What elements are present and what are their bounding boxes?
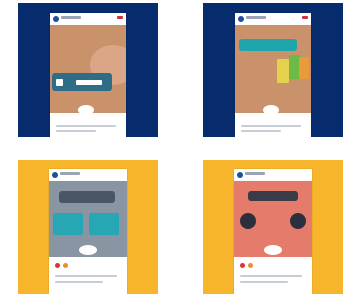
post-footer: [49, 257, 127, 294]
caption-line: [56, 125, 116, 127]
post-header: [50, 13, 126, 25]
username-placeholder: [246, 16, 266, 19]
text-block: [76, 80, 102, 85]
promo-banner: [239, 39, 297, 51]
white-bubble: [79, 245, 97, 255]
username-placeholder: [61, 16, 81, 19]
yellow-card: [277, 59, 289, 83]
caption-line: [240, 281, 288, 283]
heart-icon: [240, 263, 245, 268]
white-bubble: [264, 245, 282, 255]
post-footer: [235, 119, 311, 137]
username-placeholder: [245, 172, 265, 175]
post-header: [234, 169, 312, 181]
post-footer: [50, 119, 126, 137]
post-image: [49, 181, 127, 257]
comment-icon: [248, 263, 253, 268]
menu-icon: [302, 16, 308, 19]
thumbnail-2[interactable]: [203, 3, 343, 137]
white-bubble: [263, 105, 279, 115]
info-box-right: [89, 213, 119, 235]
sticker: [56, 79, 63, 86]
white-bubble: [78, 105, 94, 115]
post-image: [234, 181, 312, 257]
caption-line: [241, 125, 301, 127]
post-image: [235, 25, 311, 115]
comment-icon: [63, 263, 68, 268]
avatar-icon: [238, 16, 244, 22]
icon-circle-left: [240, 213, 256, 229]
avatar-icon: [53, 16, 59, 22]
icon-circle-right: [290, 213, 306, 229]
post-header: [49, 169, 127, 181]
caption-line: [240, 275, 302, 277]
thumbnail-1[interactable]: [18, 3, 158, 137]
avatar-icon: [52, 172, 58, 178]
caption-line: [55, 281, 103, 283]
menu-icon: [117, 16, 123, 19]
thumbnail-3[interactable]: [18, 160, 158, 294]
post-card: [50, 13, 126, 137]
post-card: [234, 169, 312, 294]
post-header: [235, 13, 311, 25]
thumbnail-4[interactable]: [203, 160, 343, 294]
caption-line: [55, 275, 117, 277]
avatar-icon: [237, 172, 243, 178]
info-box-left: [53, 213, 83, 235]
promo-banner: [248, 191, 298, 201]
username-placeholder: [60, 172, 80, 175]
caption-line: [56, 130, 96, 132]
post-footer: [234, 257, 312, 294]
post-image: [50, 25, 126, 115]
orange-card: [299, 57, 309, 79]
post-card: [49, 169, 127, 294]
promo-banner: [59, 191, 115, 203]
heart-icon: [55, 263, 60, 268]
post-card: [235, 13, 311, 137]
caption-line: [241, 130, 281, 132]
